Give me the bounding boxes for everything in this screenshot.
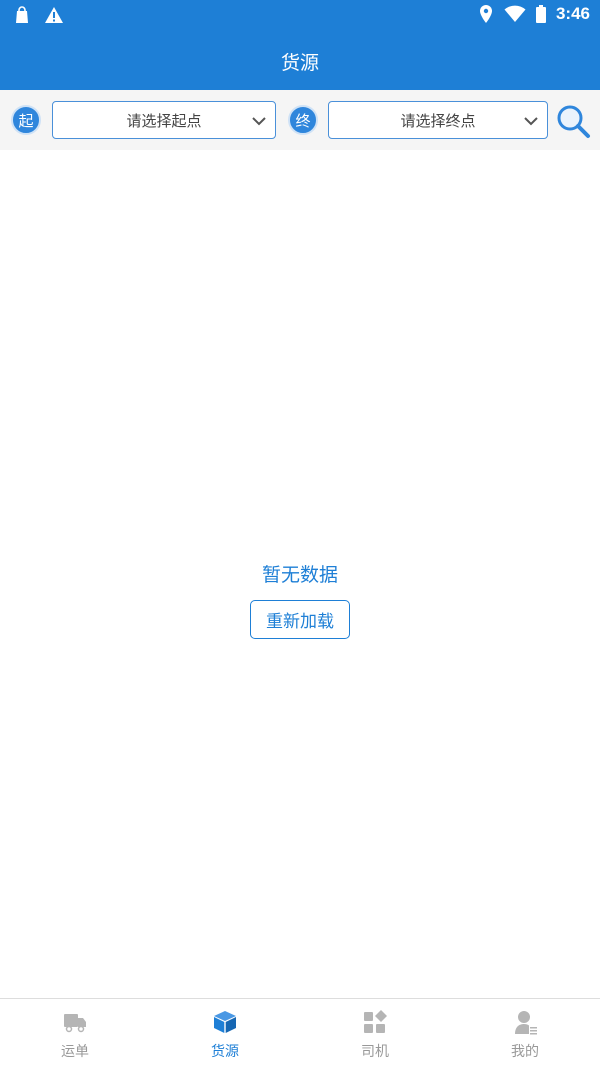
screen: 3:46 货源 起 请选择起点 终 请选择终点 暂无数据 重新加载 运单 货源 … bbox=[0, 0, 600, 1067]
location-icon bbox=[479, 5, 492, 23]
empty-state-message: 暂无数据 bbox=[261, 564, 338, 586]
battery-icon bbox=[535, 5, 546, 23]
reload-button[interactable]: 重新加载 bbox=[250, 600, 350, 639]
grid-apps-icon bbox=[364, 1010, 387, 1033]
start-point-placeholder: 请选择起点 bbox=[126, 111, 202, 130]
app-bar: 货源 bbox=[0, 32, 600, 90]
status-bar: 3:46 bbox=[0, 0, 600, 32]
nav-item-driver[interactable]: 司机 bbox=[300, 999, 450, 1067]
status-time: 3:46 bbox=[555, 4, 590, 23]
end-point-select[interactable]: 请选择终点 bbox=[328, 101, 548, 139]
page-title: 货源 bbox=[280, 51, 319, 74]
nav-label: 司机 bbox=[361, 1044, 389, 1060]
shopping-bag-icon bbox=[16, 6, 28, 23]
nav-label: 货源 bbox=[211, 1044, 239, 1060]
start-point-select[interactable]: 请选择起点 bbox=[52, 101, 276, 139]
nav-label: 我的 bbox=[511, 1044, 539, 1060]
end-point-placeholder: 请选择终点 bbox=[400, 111, 476, 130]
chevron-down-icon bbox=[252, 117, 266, 126]
filter-bar: 起 请选择起点 终 请选择终点 bbox=[0, 90, 600, 150]
nav-item-waybill[interactable]: 运单 bbox=[0, 999, 150, 1067]
warning-icon bbox=[45, 7, 63, 23]
bottom-nav: 运单 货源 司机 我的 bbox=[0, 998, 600, 1067]
end-badge: 终 bbox=[288, 105, 318, 135]
nav-label: 运单 bbox=[61, 1044, 89, 1060]
box-icon bbox=[214, 1011, 236, 1033]
person-icon bbox=[515, 1011, 537, 1035]
truck-icon bbox=[64, 1014, 86, 1033]
wifi-icon bbox=[504, 5, 526, 22]
chevron-down-icon bbox=[524, 117, 538, 126]
nav-item-cargo[interactable]: 货源 bbox=[150, 999, 300, 1067]
nav-item-mine[interactable]: 我的 bbox=[450, 999, 600, 1067]
search-icon[interactable] bbox=[555, 103, 591, 139]
start-badge: 起 bbox=[11, 105, 41, 135]
